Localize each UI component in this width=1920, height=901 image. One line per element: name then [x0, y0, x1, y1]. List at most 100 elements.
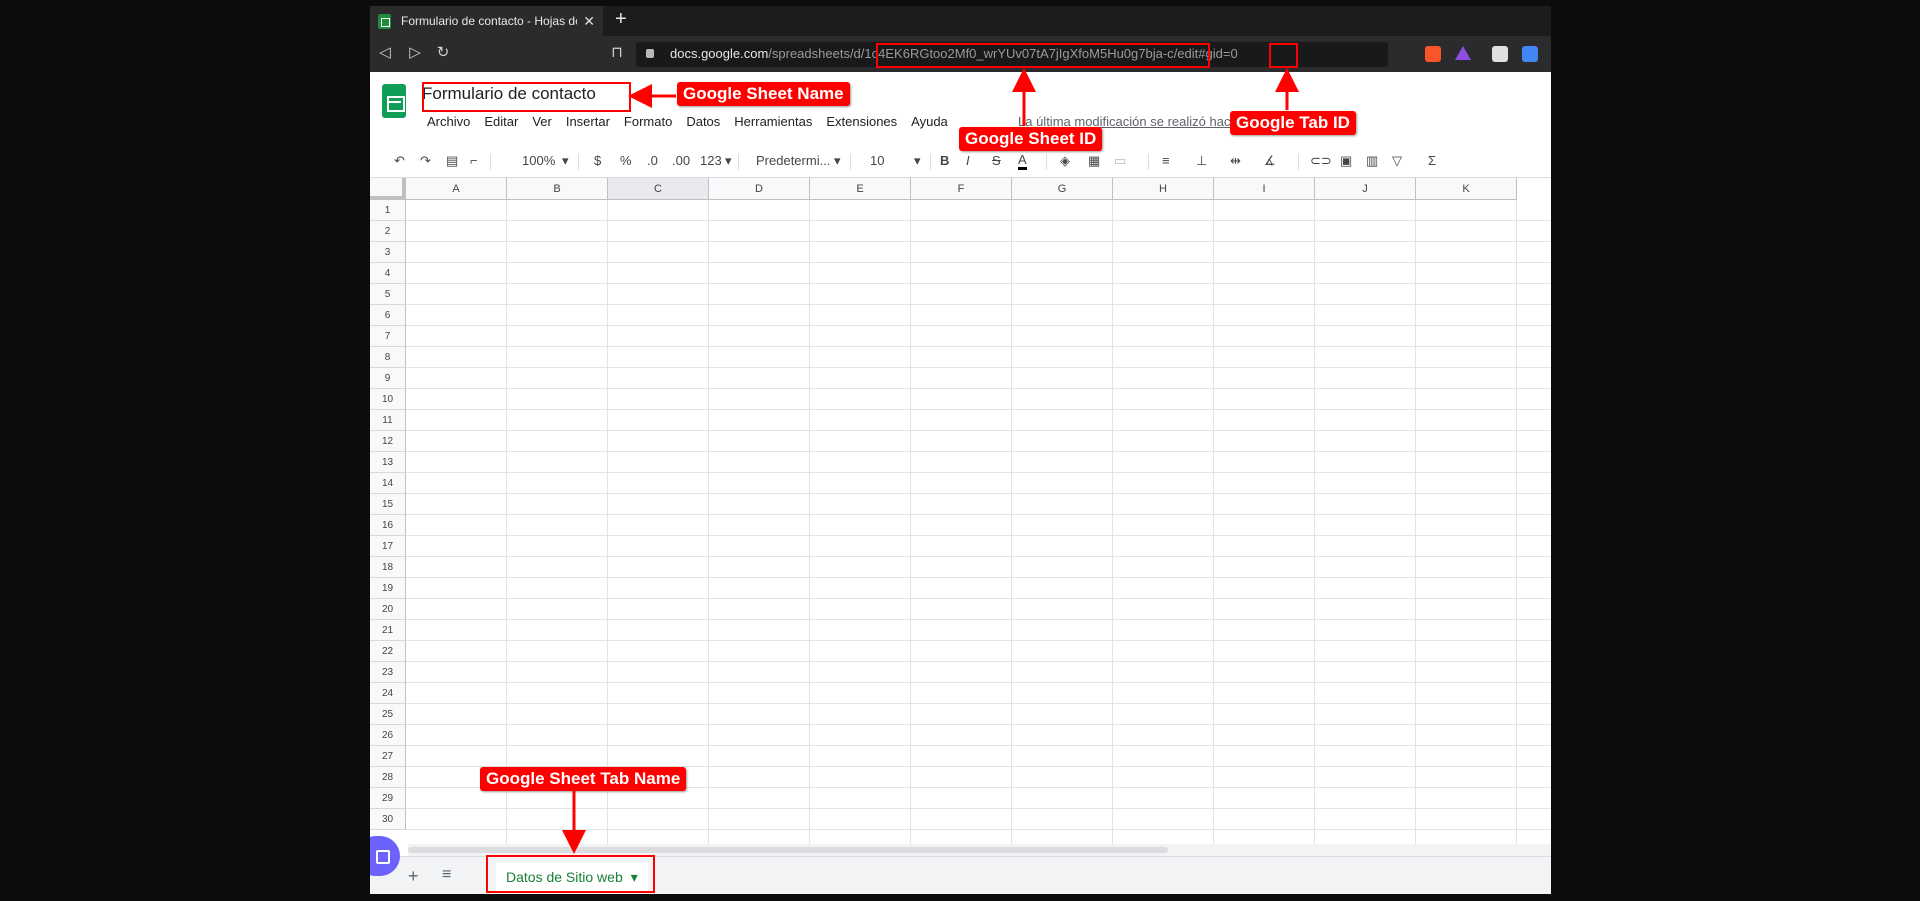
row-header-10[interactable]: 10	[370, 389, 406, 410]
row-header-26[interactable]: 26	[370, 725, 406, 746]
extension-shield-icon[interactable]	[1492, 46, 1508, 62]
row-header-20[interactable]: 20	[370, 599, 406, 620]
comment-icon[interactable]: ▣	[1340, 153, 1352, 169]
spreadsheet-grid[interactable]: A B C D E F G H I J K 1 2 3 4 5 6 7 8 9 10 11 12 13 14 15 16 17 18 19…	[370, 178, 1551, 844]
increase-decimals-button[interactable]: .00	[672, 153, 690, 168]
row-header-19[interactable]: 19	[370, 578, 406, 599]
row-header-13[interactable]: 13	[370, 452, 406, 473]
column-header-e[interactable]: E	[810, 178, 911, 200]
translate-extension-icon[interactable]	[1522, 46, 1538, 62]
redo-icon[interactable]: ↷	[420, 153, 431, 169]
browser-tab[interactable]: Formulario de contacto - Hojas de cálcul…	[370, 6, 603, 36]
row-header-14[interactable]: 14	[370, 473, 406, 494]
menu-item-archivo[interactable]: Archivo	[420, 114, 477, 134]
menu-bar: Archivo Editar Ver Insertar Formato Datos Herr…	[420, 114, 955, 134]
fill-color-icon[interactable]: ◈	[1060, 153, 1070, 169]
column-header-c[interactable]: C	[608, 178, 709, 200]
column-header-d[interactable]: D	[709, 178, 810, 200]
row-header-28[interactable]: 28	[370, 767, 406, 788]
decrease-decimals-button[interactable]: .0	[647, 153, 658, 168]
column-header-b[interactable]: B	[507, 178, 608, 200]
select-all-corner[interactable]	[370, 178, 406, 200]
reload-icon[interactable]: ↻	[434, 44, 452, 62]
row-header-12[interactable]: 12	[370, 431, 406, 452]
row-header-27[interactable]: 27	[370, 746, 406, 767]
all-sheets-button[interactable]: ≡	[442, 866, 451, 884]
strikethrough-button[interactable]: S	[992, 153, 1001, 168]
column-header-i[interactable]: I	[1214, 178, 1315, 200]
row-header-17[interactable]: 17	[370, 536, 406, 557]
italic-button[interactable]: I	[966, 153, 970, 168]
menu-item-insertar[interactable]: Insertar	[559, 114, 617, 134]
row-header-21[interactable]: 21	[370, 620, 406, 641]
row-header-8[interactable]: 8	[370, 347, 406, 368]
functions-icon[interactable]: Σ	[1428, 153, 1436, 168]
row-header-11[interactable]: 11	[370, 410, 406, 431]
row-header-9[interactable]: 9	[370, 368, 406, 389]
column-gridline	[1314, 200, 1315, 844]
row-header-4[interactable]: 4	[370, 263, 406, 284]
paint-format-icon[interactable]: ⌐	[470, 153, 478, 168]
merge-cells-icon[interactable]: ▭	[1114, 153, 1126, 169]
font-select[interactable]: Predetermi...	[756, 153, 830, 168]
column-header-h[interactable]: H	[1113, 178, 1214, 200]
chart-icon[interactable]: ▥	[1366, 153, 1378, 169]
percent-format-button[interactable]: %	[620, 153, 632, 168]
row-header-5[interactable]: 5	[370, 284, 406, 305]
row-gridline	[406, 703, 1551, 704]
row-header-18[interactable]: 18	[370, 557, 406, 578]
row-header-29[interactable]: 29	[370, 788, 406, 809]
more-formats-button[interactable]: 123	[700, 153, 722, 168]
bold-button[interactable]: B	[940, 153, 949, 168]
borders-icon[interactable]: ▦	[1088, 153, 1100, 169]
text-color-button[interactable]: A	[1018, 153, 1027, 170]
currency-format-button[interactable]: $	[594, 153, 601, 168]
menu-item-formato[interactable]: Formato	[617, 114, 679, 134]
row-gridline	[406, 745, 1551, 746]
close-tab-icon[interactable]: ✕	[583, 13, 595, 30]
add-sheet-button[interactable]: +	[408, 866, 419, 887]
row-header-15[interactable]: 15	[370, 494, 406, 515]
menu-item-herramientas[interactable]: Herramientas	[727, 114, 819, 134]
filter-icon[interactable]: ▽	[1392, 153, 1402, 169]
column-header-a[interactable]: A	[406, 178, 507, 200]
scrollbar-thumb[interactable]	[408, 847, 1168, 853]
back-icon[interactable]: ◁	[376, 44, 394, 62]
row-header-30[interactable]: 30	[370, 809, 406, 830]
align-left-icon[interactable]: ≡	[1162, 153, 1170, 168]
row-header-23[interactable]: 23	[370, 662, 406, 683]
tab-id-annotation: Google Tab ID	[1230, 111, 1356, 135]
column-header-j[interactable]: J	[1315, 178, 1416, 200]
row-header-3[interactable]: 3	[370, 242, 406, 263]
zoom-select[interactable]: 100%	[522, 153, 555, 168]
bookmark-icon[interactable]: ⊓	[608, 44, 626, 62]
column-header-g[interactable]: G	[1012, 178, 1113, 200]
text-wrap-icon[interactable]: ⇹	[1230, 153, 1241, 169]
row-header-24[interactable]: 24	[370, 683, 406, 704]
brave-shield-icon[interactable]	[1425, 46, 1441, 62]
text-rotate-icon[interactable]: ∡	[1264, 153, 1276, 169]
brave-rewards-icon[interactable]	[1455, 46, 1471, 60]
row-header-7[interactable]: 7	[370, 326, 406, 347]
row-header-2[interactable]: 2	[370, 221, 406, 242]
menu-item-ayuda[interactable]: Ayuda	[904, 114, 955, 134]
row-header-25[interactable]: 25	[370, 704, 406, 725]
row-header-1[interactable]: 1	[370, 200, 406, 221]
menu-item-datos[interactable]: Datos	[679, 114, 727, 134]
row-header-22[interactable]: 22	[370, 641, 406, 662]
font-size-select[interactable]: 10	[870, 153, 884, 168]
menu-item-editar[interactable]: Editar	[477, 114, 525, 134]
forward-icon[interactable]: ▷	[406, 44, 424, 62]
row-header-16[interactable]: 16	[370, 515, 406, 536]
column-header-f[interactable]: F	[911, 178, 1012, 200]
new-tab-icon[interactable]: +	[615, 8, 627, 31]
vertical-align-icon[interactable]: ⊥	[1196, 153, 1207, 169]
column-header-k[interactable]: K	[1416, 178, 1517, 200]
sheets-logo-icon[interactable]	[382, 84, 406, 118]
link-icon[interactable]: ⊂⊃	[1310, 153, 1332, 169]
menu-item-ver[interactable]: Ver	[525, 114, 559, 134]
row-header-6[interactable]: 6	[370, 305, 406, 326]
undo-icon[interactable]: ↶	[394, 153, 405, 169]
menu-item-extensiones[interactable]: Extensiones	[819, 114, 904, 134]
print-icon[interactable]: ▤	[446, 153, 458, 169]
